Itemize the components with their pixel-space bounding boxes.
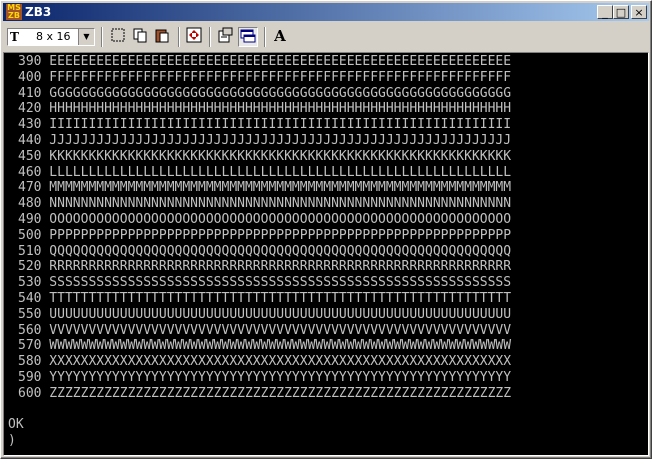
title-bar[interactable]: MS ZB ZB3 _ □ × bbox=[3, 3, 649, 21]
window-controls: _ □ × bbox=[597, 5, 647, 19]
font-icon[interactable]: A bbox=[270, 27, 290, 47]
window-icon[interactable] bbox=[238, 27, 258, 47]
console-line: 490 OOOOOOOOOOOOOOOOOOOOOOOOOOOOOOOOOOOO… bbox=[18, 212, 512, 227]
console-line: 470 MMMMMMMMMMMMMMMMMMMMMMMMMMMMMMMMMMMM… bbox=[18, 180, 512, 196]
paste-icon[interactable] bbox=[152, 27, 172, 47]
toolbar-separator bbox=[209, 27, 211, 47]
font-size-select[interactable]: T 8 x 16 ▼ bbox=[7, 28, 95, 46]
console-line: 530 SSSSSSSSSSSSSSSSSSSSSSSSSSSSSSSSSSSS… bbox=[18, 275, 512, 291]
console-line: 510 QQQQQQQQQQQQQQQQQQQQQQQQQQQQQQQQQQQQ… bbox=[18, 243, 512, 259]
console-line: 500 PPPPPPPPPPPPPPPPPPPPPPPPPPPPPPPPPPPP… bbox=[18, 227, 512, 243]
console-line: 590 YYYYYYYYYYYYYYYYYYYYYYYYYYYYYYYYYYYY… bbox=[18, 370, 512, 385]
console-line: 390 EEEEEEEEEEEEEEEEEEEEEEEEEEEEEEEEEEEE… bbox=[18, 54, 512, 69]
console-line: 440 JJJJJJJJJJJJJJJJJJJJJJJJJJJJJJJJJJJJ… bbox=[18, 133, 512, 148]
console-line: 560 VVVVVVVVVVVVVVVVVVVVVVVVVVVVVVVVVVVV… bbox=[18, 322, 512, 338]
console-line: 570 WWWWWWWWWWWWWWWWWWWWWWWWWWWWWWWWWWWW… bbox=[18, 338, 512, 354]
console-line: OK bbox=[8, 417, 24, 433]
console-line: 400 FFFFFFFFFFFFFFFFFFFFFFFFFFFFFFFFFFFF… bbox=[18, 69, 512, 85]
console-output[interactable]: 390 EEEEEEEEEEEEEEEEEEEEEEEEEEEEEEEEEEEE… bbox=[3, 52, 649, 456]
move-icon[interactable] bbox=[184, 27, 204, 47]
console-line: ) bbox=[8, 433, 16, 449]
console-line: 520 RRRRRRRRRRRRRRRRRRRRRRRRRRRRRRRRRRRR… bbox=[18, 259, 512, 275]
console-line: 540 TTTTTTTTTTTTTTTTTTTTTTTTTTTTTTTTTTTT… bbox=[18, 291, 512, 306]
console-line: 480 NNNNNNNNNNNNNNNNNNNNNNNNNNNNNNNNNNNN… bbox=[18, 196, 512, 212]
console-line: 550 UUUUUUUUUUUUUUUUUUUUUUUUUUUUUUUUUUUU… bbox=[18, 306, 512, 322]
console-line: 600 ZZZZZZZZZZZZZZZZZZZZZZZZZZZZZZZZZZZZ… bbox=[18, 385, 512, 401]
toolbar-separator bbox=[101, 27, 103, 47]
app-window: MS ZB ZB3 _ □ × T 8 x 16 ▼ A 390 EEEEEEE… bbox=[0, 0, 652, 459]
window-title: ZB3 bbox=[25, 5, 52, 19]
maximize-button[interactable]: □ bbox=[613, 5, 629, 19]
console-line: 420 HHHHHHHHHHHHHHHHHHHHHHHHHHHHHHHHHHHH… bbox=[18, 101, 512, 117]
toolbar-separator bbox=[264, 27, 266, 47]
console-line: 460 LLLLLLLLLLLLLLLLLLLLLLLLLLLLLLLLLLLL… bbox=[18, 164, 512, 180]
select-icon[interactable] bbox=[108, 27, 128, 47]
toolbar-separator bbox=[178, 27, 180, 47]
toolbar: T 8 x 16 ▼ A bbox=[3, 23, 649, 51]
font-size-value: 8 x 16 bbox=[36, 30, 71, 43]
console-line: 450 KKKKKKKKKKKKKKKKKKKKKKKKKKKKKKKKKKKK… bbox=[18, 148, 512, 164]
copy-icon[interactable] bbox=[130, 27, 150, 47]
properties-icon[interactable] bbox=[215, 27, 235, 47]
console-line: 580 XXXXXXXXXXXXXXXXXXXXXXXXXXXXXXXXXXXX… bbox=[18, 354, 512, 370]
console-line: 410 GGGGGGGGGGGGGGGGGGGGGGGGGGGGGGGGGGGG… bbox=[18, 85, 512, 101]
minimize-button[interactable]: _ bbox=[597, 5, 613, 19]
chevron-down-icon[interactable]: ▼ bbox=[78, 29, 94, 45]
truetype-icon: T bbox=[10, 30, 19, 44]
app-icon[interactable]: MS ZB bbox=[6, 4, 22, 20]
console-line: 430 IIIIIIIIIIIIIIIIIIIIIIIIIIIIIIIIIIII… bbox=[18, 117, 512, 133]
close-button[interactable]: × bbox=[631, 5, 647, 19]
